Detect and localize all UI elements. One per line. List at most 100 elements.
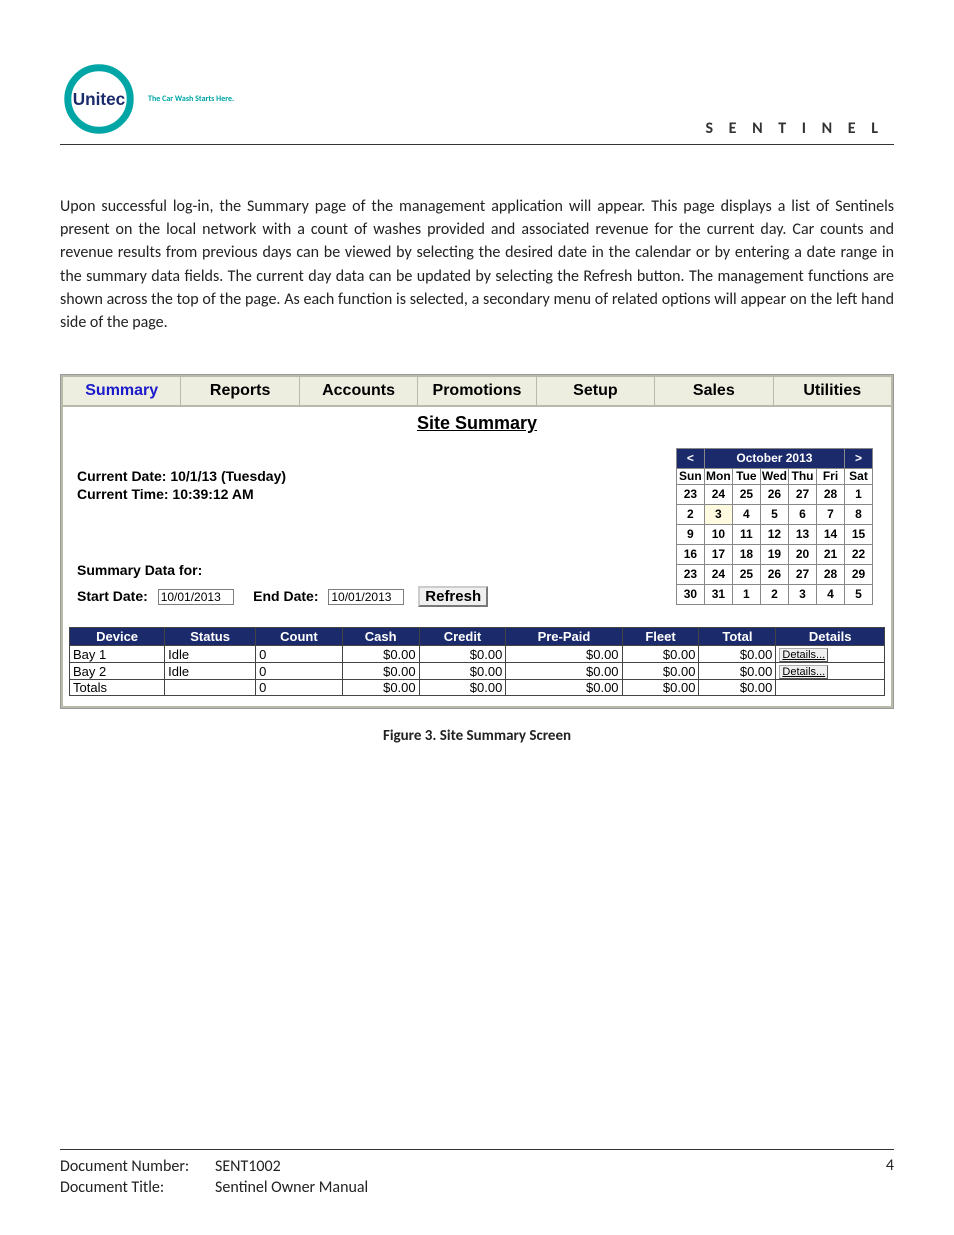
cal-day-header: Sat: [845, 469, 873, 485]
footer-meta: Document Number:SENT1002 Document Title:…: [60, 1156, 368, 1199]
end-date-input[interactable]: [328, 589, 404, 605]
cal-day[interactable]: 2: [676, 505, 704, 525]
cal-day[interactable]: 25: [732, 485, 760, 505]
tab-promotions[interactable]: Promotions: [418, 377, 536, 405]
cell: Details...: [776, 646, 885, 663]
end-date-label: End Date:: [253, 588, 318, 604]
cal-day[interactable]: 20: [789, 545, 817, 565]
table-row: Bay 2Idle0$0.00$0.00$0.00$0.00$0.00Detai…: [70, 663, 885, 680]
panel-title: Site Summary: [69, 413, 885, 434]
cal-day[interactable]: 11: [732, 525, 760, 545]
cal-day[interactable]: 10: [704, 525, 732, 545]
cal-day[interactable]: 24: [704, 565, 732, 585]
cal-day[interactable]: 4: [817, 585, 845, 605]
cal-day[interactable]: 23: [676, 565, 704, 585]
cell: Bay 1: [70, 646, 165, 663]
cal-day[interactable]: 13: [789, 525, 817, 545]
cal-day[interactable]: 23: [676, 485, 704, 505]
cell: $0.00: [342, 646, 419, 663]
cell: $0.00: [419, 663, 506, 680]
cal-day[interactable]: 25: [732, 565, 760, 585]
cal-day[interactable]: 18: [732, 545, 760, 565]
cal-day[interactable]: 8: [845, 505, 873, 525]
cal-day-header: Thu: [789, 469, 817, 485]
cal-day[interactable]: 9: [676, 525, 704, 545]
summary-data-label: Summary Data for:: [77, 562, 488, 578]
current-date: Current Date: 10/1/13 (Tuesday): [77, 468, 488, 484]
cal-day[interactable]: 28: [817, 485, 845, 505]
cal-day[interactable]: 29: [845, 565, 873, 585]
cal-day[interactable]: 14: [817, 525, 845, 545]
cell: 0: [256, 680, 343, 696]
col-header: Device: [70, 628, 165, 646]
cal-day[interactable]: 1: [732, 585, 760, 605]
cal-day[interactable]: 26: [760, 565, 788, 585]
cal-day[interactable]: 30: [676, 585, 704, 605]
cell: $0.00: [622, 680, 699, 696]
calendar: < October 2013 > SunMonTueWedThuFriSat 2…: [676, 448, 873, 605]
table-row: Bay 1Idle0$0.00$0.00$0.00$0.00$0.00Detai…: [70, 646, 885, 663]
cal-day[interactable]: 3: [789, 585, 817, 605]
cal-day[interactable]: 3: [704, 505, 732, 525]
cell: [776, 680, 885, 696]
refresh-button[interactable]: Refresh: [418, 586, 488, 607]
cal-next-button[interactable]: >: [845, 449, 873, 469]
cal-day[interactable]: 28: [817, 565, 845, 585]
figure-caption: Figure 3. Site Summary Screen: [60, 727, 894, 745]
tab-setup[interactable]: Setup: [537, 377, 655, 405]
cell: $0.00: [506, 663, 622, 680]
col-header: Cash: [342, 628, 419, 646]
cell: $0.00: [699, 646, 776, 663]
cal-day[interactable]: 19: [760, 545, 788, 565]
cell: [165, 680, 256, 696]
cell: $0.00: [699, 663, 776, 680]
details-button[interactable]: Details...: [779, 648, 828, 662]
cal-day[interactable]: 22: [845, 545, 873, 565]
cal-day[interactable]: 27: [789, 485, 817, 505]
cal-day[interactable]: 6: [789, 505, 817, 525]
app-screenshot: SummaryReportsAccountsPromotionsSetupSal…: [60, 374, 894, 709]
cal-day-header: Fri: [817, 469, 845, 485]
cell: Details...: [776, 663, 885, 680]
cal-day[interactable]: 5: [760, 505, 788, 525]
start-date-input[interactable]: [158, 589, 234, 605]
cell: $0.00: [506, 680, 622, 696]
summary-table: DeviceStatusCountCashCreditPre-PaidFleet…: [69, 627, 885, 696]
svg-text:Unitec: Unitec: [73, 89, 126, 109]
cal-month: October 2013: [704, 449, 844, 469]
cal-day[interactable]: 24: [704, 485, 732, 505]
cal-day-header: Tue: [732, 469, 760, 485]
cal-day[interactable]: 12: [760, 525, 788, 545]
cal-day[interactable]: 31: [704, 585, 732, 605]
cell: $0.00: [342, 663, 419, 680]
cal-day[interactable]: 26: [760, 485, 788, 505]
cal-day[interactable]: 7: [817, 505, 845, 525]
cell: Bay 2: [70, 663, 165, 680]
main-tabs: SummaryReportsAccountsPromotionsSetupSal…: [61, 375, 893, 407]
cal-day[interactable]: 27: [789, 565, 817, 585]
tab-utilities[interactable]: Utilities: [774, 377, 891, 405]
cal-day[interactable]: 15: [845, 525, 873, 545]
tab-summary[interactable]: Summary: [63, 377, 181, 405]
details-button[interactable]: Details...: [779, 665, 828, 679]
cal-day[interactable]: 5: [845, 585, 873, 605]
cal-day[interactable]: 4: [732, 505, 760, 525]
tab-sales[interactable]: Sales: [655, 377, 773, 405]
page-number: 4: [886, 1156, 894, 1199]
cal-day[interactable]: 21: [817, 545, 845, 565]
cal-day[interactable]: 16: [676, 545, 704, 565]
cell: $0.00: [419, 680, 506, 696]
cell: $0.00: [622, 663, 699, 680]
unitec-logo: Unitec: [60, 60, 138, 138]
tab-reports[interactable]: Reports: [181, 377, 299, 405]
cal-day[interactable]: 1: [845, 485, 873, 505]
tagline: The Car Wash Starts Here.: [148, 94, 234, 104]
col-header: Details: [776, 628, 885, 646]
tab-accounts[interactable]: Accounts: [300, 377, 418, 405]
cal-prev-button[interactable]: <: [676, 449, 704, 469]
cell: $0.00: [342, 680, 419, 696]
col-header: Status: [165, 628, 256, 646]
cal-day[interactable]: 2: [760, 585, 788, 605]
cal-day[interactable]: 17: [704, 545, 732, 565]
cell: $0.00: [622, 646, 699, 663]
